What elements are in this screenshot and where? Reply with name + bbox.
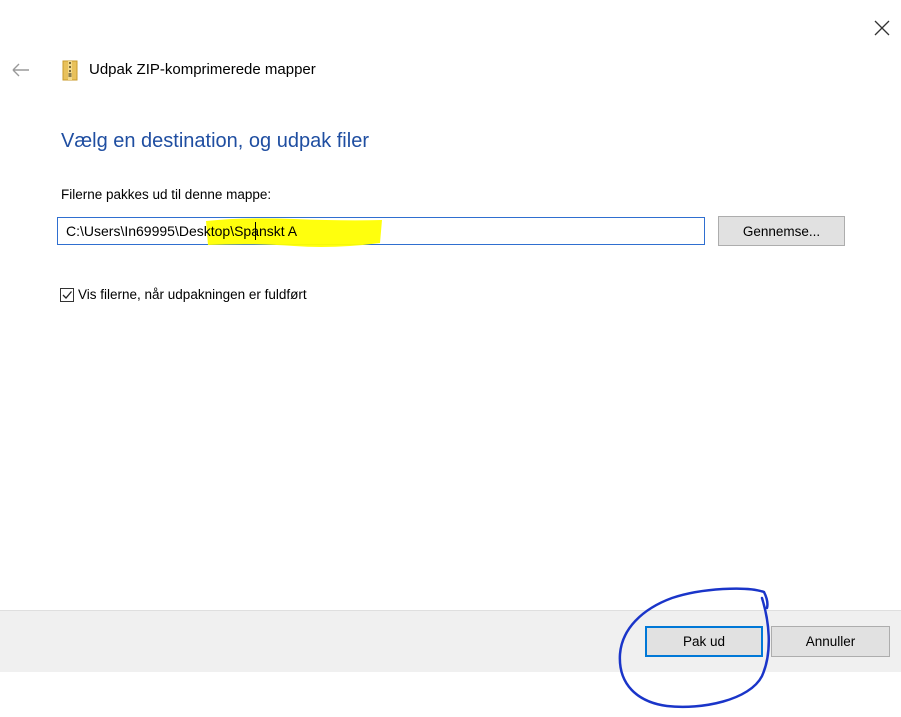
show-files-label: Vis filerne, når udpakningen er fuldført xyxy=(78,287,307,302)
window-title: Udpak ZIP-komprimerede mapper xyxy=(89,61,316,78)
back-arrow-icon xyxy=(12,63,29,77)
close-button[interactable] xyxy=(868,14,896,42)
destination-path-value: C:\Users\In69995\Desktop\Spanskt A xyxy=(66,223,298,239)
browse-button[interactable]: Gennemse... xyxy=(718,216,845,246)
zip-folder-icon xyxy=(62,59,78,81)
close-icon xyxy=(874,20,890,36)
extract-button[interactable]: Pak ud xyxy=(645,626,763,657)
footer-bottom-area xyxy=(0,672,901,713)
show-files-checkbox-row[interactable]: Vis filerne, når udpakningen er fuldført xyxy=(60,287,307,302)
show-files-checkbox[interactable] xyxy=(60,287,74,302)
checkmark-icon xyxy=(62,290,72,299)
cancel-button[interactable]: Annuller xyxy=(771,626,890,657)
destination-label: Filerne pakkes ud til denne mappe: xyxy=(61,187,272,202)
back-button[interactable] xyxy=(10,60,32,80)
text-caret xyxy=(255,222,256,240)
footer-bar xyxy=(0,610,901,672)
page-title: Vælg en destination, og udpak filer xyxy=(61,130,369,152)
